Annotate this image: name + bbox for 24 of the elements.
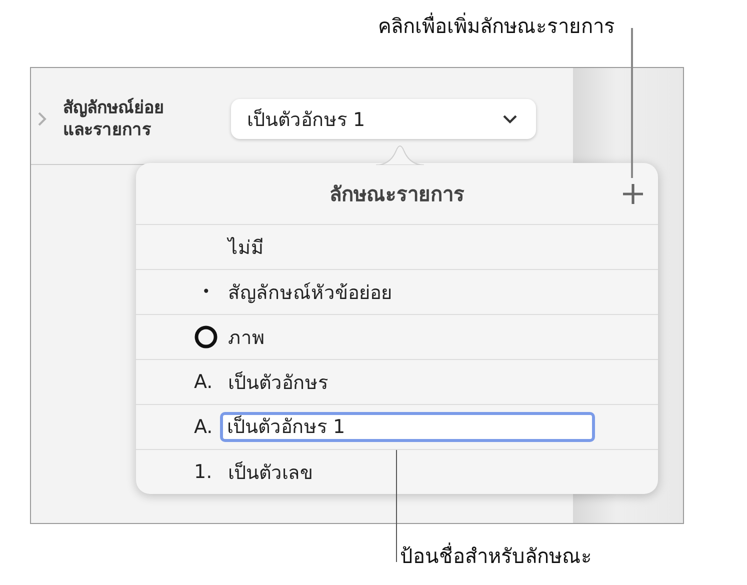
list-style-row[interactable]: ภาพ (136, 315, 658, 360)
list-marker: A. (194, 416, 213, 438)
list-style-dropdown[interactable]: เป็นตัวอักษร 1 (231, 99, 536, 139)
callout-text: คลิกเพื่อเพิ่มลักษณะรายการ (378, 14, 615, 38)
circle-bullet-icon (194, 325, 218, 349)
list-style-row[interactable]: ไม่มี (136, 225, 658, 270)
list-marker: 1. (194, 461, 212, 483)
popover-title: ลักษณะรายการ (330, 180, 464, 208)
list-marker: • (201, 284, 210, 300)
list-style-row[interactable]: A. เป็นตัวอักษร (136, 360, 658, 405)
section-label: สัญลักษณ์ย่อย และรายการ (63, 97, 165, 141)
list-style-name: สัญลักษณ์หัวข้อย่อย (228, 281, 392, 306)
plus-icon[interactable] (622, 183, 644, 205)
list-style-name: ภาพ (228, 326, 265, 351)
list-marker: A. (194, 371, 213, 393)
list-style-name: เป็นตัวเลข (228, 460, 313, 486)
list-style-name: ไม่มี (228, 236, 264, 261)
list-style-row[interactable]: 1. เป็นตัวเลข (136, 450, 658, 494)
list-style-row[interactable]: • สัญลักษณ์หัวข้อย่อย (136, 270, 658, 315)
list-style-row[interactable]: A. เป็นตัวอักษร 1 (136, 405, 658, 450)
list-style-name: เป็นตัวอักษร (228, 370, 328, 396)
style-name-field[interactable]: เป็นตัวอักษร 1 (220, 412, 595, 442)
chevron-down-icon (502, 114, 518, 124)
callout-text: ป้อนชื่อสำหรับลักษณะ (400, 544, 592, 568)
